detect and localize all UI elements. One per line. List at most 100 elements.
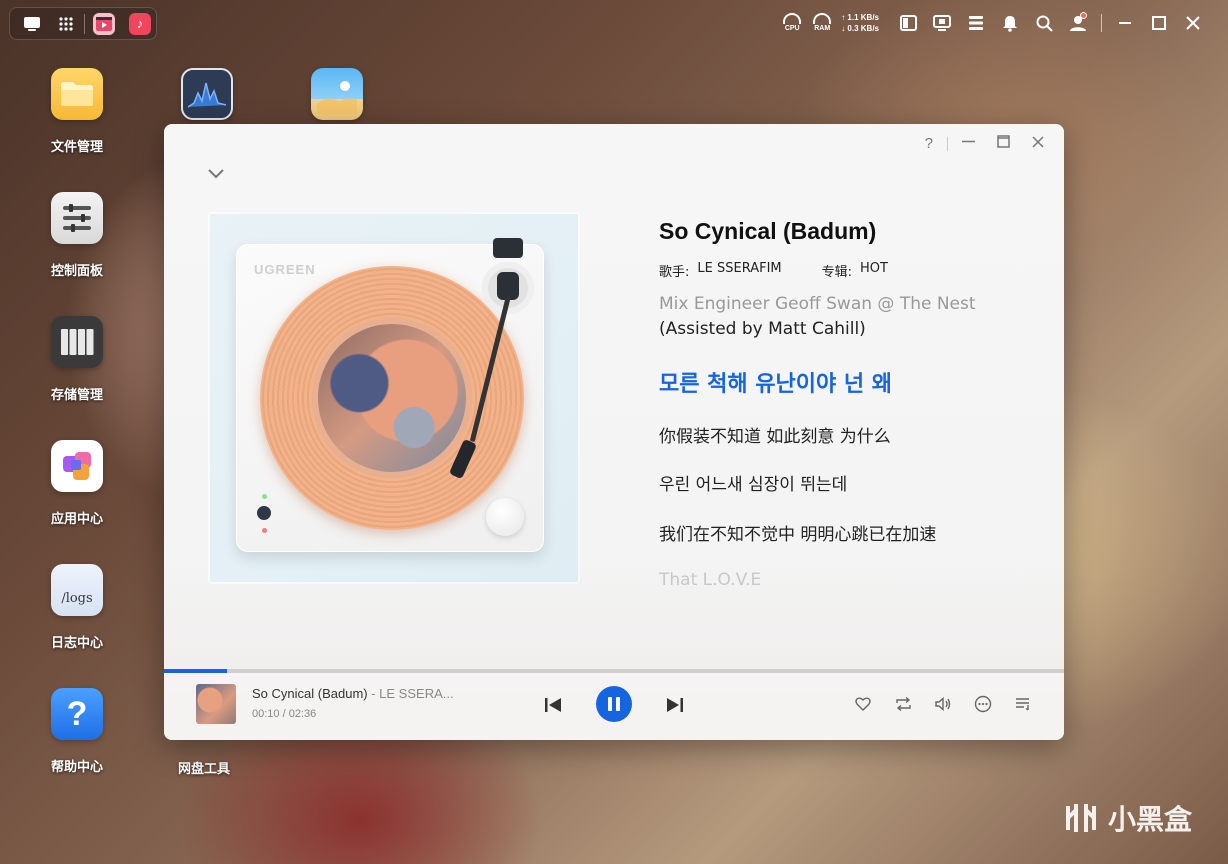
bell-icon[interactable] [993,10,1027,36]
album-art: UGREEN [208,212,580,584]
music-app-icon[interactable]: ♪ [129,12,151,35]
next-track-button[interactable] [663,693,687,717]
album-key: 专辑: [821,265,853,280]
tonearm-counterweight [493,238,523,258]
playback-bar: So Cynical (Badum) - LE SSERA... 00:10 /… [164,673,1064,740]
notification-dot [1080,12,1087,19]
lyric-line: (Assisted by Matt Cahill) [659,319,866,339]
more-icon [974,695,992,713]
desktop-icon-label: 存储管理 [50,388,103,403]
watermark-text: 小黑盒 [1107,803,1192,836]
sliders-icon[interactable] [959,10,993,36]
desktop-icon[interactable] [22,14,42,34]
lyric-line: 你假装不知道 如此刻意 为什么 [659,427,891,447]
desktop-icon-storage[interactable]: 存储管理 [32,316,122,403]
storage-icon [51,316,103,368]
close-icon[interactable] [1032,135,1044,152]
divider [84,13,85,34]
desktop-icon-app-center[interactable]: 应用中心 [32,440,122,527]
lyric-line: That L.O.V.E [659,570,762,590]
top-left-launcher: ♪ [9,7,157,40]
folder-icon [51,68,103,120]
video-app-icon[interactable] [93,12,115,35]
favorite-button[interactable] [852,693,874,715]
upload-speed: ↑ 1.1 KB/s [841,13,879,22]
artist-link[interactable]: LE SSERAFIM [697,261,781,280]
desktop-icon-control-panel[interactable]: 控制面板 [32,192,122,279]
more-options-button[interactable] [972,693,994,715]
help-glyph: ? [66,694,88,733]
desktop-icon-label: 控制面板 [50,264,103,279]
album-cover [312,318,472,478]
pause-button[interactable] [596,686,632,722]
close-icon[interactable] [1176,10,1210,36]
user-icon[interactable] [1061,10,1095,36]
desktop-icon-label: 帮助中心 [50,760,103,775]
photos-icon [311,68,363,120]
power-led [262,494,267,499]
logs-glyph: /logs [61,590,93,606]
divider [947,136,948,151]
music-player-window: ? UGREEN So Cynical (Badum) 歌手: LE SSERA… [164,124,1064,740]
desktop-icon-help[interactable]: ? 帮助中心 [32,688,122,775]
now-playing-song: So Cynical (Badum) [252,686,368,701]
layout-icon[interactable] [891,10,925,36]
desktop-icon-label: 应用中心 [50,512,103,527]
previous-icon [545,698,561,712]
start-button [486,498,524,536]
watermark: 小黑盒 [1062,798,1192,838]
resource-monitor-icon [181,68,233,120]
volume-knob [257,506,271,520]
download-speed: ↓ 0.3 KB/s [841,24,879,33]
control-panel-icon [51,192,103,244]
minimize-icon[interactable] [962,135,975,152]
lyric-line: Mix Engineer Geoff Swan @ The Nest [659,294,976,314]
now-playing-artist: - LE SSERA... [367,686,454,701]
volume-icon [934,697,950,711]
song-title: So Cynical (Badum) [659,218,877,244]
divider [1101,14,1102,32]
help-icon: ? [51,688,103,740]
status-led [262,528,267,533]
brand-logo: UGREEN [254,262,316,277]
lyric-line-active: 모른 척해 유난이야 넌 왜 [659,372,893,397]
desktop-icon-label: 日志中心 [50,636,103,651]
window-controls: ? [925,135,1044,152]
repeat-button[interactable] [892,693,914,715]
artist-key: 歌手: [659,265,690,280]
now-playing-thumbnail[interactable] [196,684,236,724]
playlist-button[interactable] [1012,693,1034,715]
minimize-icon[interactable] [1108,10,1142,36]
desktop-icon-label: 文件管理 [50,140,103,155]
playlist-icon [1015,698,1029,711]
maximize-icon[interactable] [997,135,1010,152]
desktop-icon-logs[interactable]: /logs 日志中心 [32,564,122,651]
next-icon [667,698,683,712]
lyrics-panel[interactable]: Mix Engineer Geoff Swan @ The Nest (Assi… [659,290,1039,590]
secondary-controls [852,693,1034,715]
search-icon[interactable] [1027,10,1061,36]
grid-menu-icon[interactable] [56,14,76,34]
playback-time: 00:10 / 02:36 [252,708,317,720]
chevron-down-icon[interactable] [206,166,226,186]
now-playing-title: So Cynical (Badum) - LE SSERA... [252,686,454,701]
maximize-icon[interactable] [1142,10,1176,36]
desktop-icon-photos[interactable] [292,68,382,120]
desktop-icon-resource-monitor[interactable] [162,68,252,120]
cpu-gauge-icon[interactable]: CPU [779,13,805,33]
netdisk-tool-label[interactable]: 网盘工具 [178,758,230,777]
logs-icon: /logs [51,564,103,616]
previous-track-button[interactable] [541,693,565,717]
system-tray: CPU RAM ↑ 1.1 KB/s ↓ 0.3 KB/s [779,10,1210,36]
network-speed: ↑ 1.1 KB/s ↓ 0.3 KB/s [841,12,879,34]
heart-icon [855,697,871,711]
desktop-icon-file-manager[interactable]: 文件管理 [32,68,122,155]
song-meta: 歌手: LE SSERAFIM 专辑: HOT [659,261,928,280]
help-question-icon[interactable]: ? [925,135,933,152]
monitor-icon[interactable] [925,10,959,36]
album-link[interactable]: HOT [860,261,888,280]
volume-button[interactable] [932,693,954,715]
lyric-line: 我们在不知不觉中 明明心跳已在加速 [659,525,937,545]
turntable-image: UGREEN [236,238,544,552]
ram-gauge-icon[interactable]: RAM [809,13,835,33]
